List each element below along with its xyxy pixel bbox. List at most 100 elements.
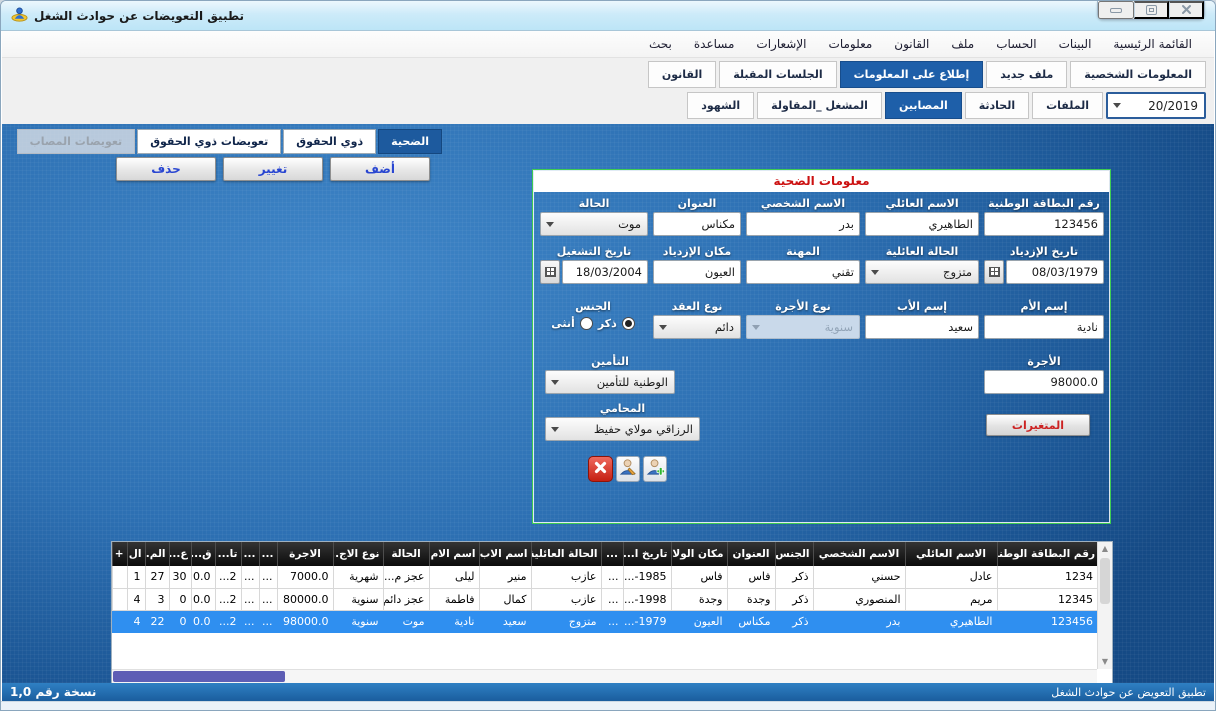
- grid-column-header[interactable]: اسم الاب: [479, 542, 531, 566]
- birth-place-field[interactable]: [653, 260, 741, 284]
- father-name-field[interactable]: [865, 315, 979, 339]
- grid-column-header[interactable]: ال...: [127, 542, 145, 566]
- grid-cell[interactable]: 7000.0: [277, 566, 333, 588]
- table-row[interactable]: 12345مريمالمنصوريذكروجدةوجدة1998-......ع…: [112, 588, 1097, 610]
- contract-type-select[interactable]: دائم: [653, 315, 741, 339]
- first-name-field[interactable]: [746, 212, 860, 236]
- grid-column-header[interactable]: الاجرة: [277, 542, 333, 566]
- vertical-scroll-thumb[interactable]: [1100, 558, 1110, 604]
- grid-cell[interactable]: ذكر: [775, 566, 813, 588]
- menu-item-search[interactable]: بحث: [639, 33, 682, 55]
- grid-cell[interactable]: شهرية: [333, 566, 383, 588]
- scroll-down-icon[interactable]: ▼: [1098, 655, 1112, 669]
- horizontal-scroll-thumb[interactable]: [113, 671, 285, 682]
- grid-cell[interactable]: ...: [259, 566, 277, 588]
- tab-witnesses[interactable]: الشهود: [687, 92, 754, 119]
- grid-column-header[interactable]: تا...: [215, 542, 241, 566]
- grid-cell[interactable]: ...: [241, 566, 259, 588]
- grid-cell[interactable]: فاس: [727, 566, 775, 588]
- grid-column-header[interactable]: رقم البطاقة الوطنية: [997, 542, 1097, 566]
- close-button[interactable]: [1169, 1, 1204, 19]
- grid-column-header[interactable]: ...: [259, 542, 277, 566]
- grid-cell[interactable]: فاطمة: [429, 588, 479, 610]
- gender-male-radio[interactable]: [622, 317, 635, 330]
- grid-cell[interactable]: الطاهيري: [905, 610, 997, 632]
- table-row[interactable]: 1234عادلحسنيذكرفاسفاس1985-......عازبمنير…: [112, 566, 1097, 588]
- grid-column-header[interactable]: ق...: [191, 542, 215, 566]
- menu-item-notifications[interactable]: الإشعارات: [746, 33, 816, 55]
- table-row-selected[interactable]: 123456الطاهيريبدرذكرمكناسالعيون1979-....…: [112, 610, 1097, 632]
- grid-cell[interactable]: 1979-...: [623, 610, 671, 632]
- grid-column-header[interactable]: الاسم العائلي: [905, 542, 997, 566]
- grid-cell[interactable]: 27: [145, 566, 169, 588]
- grid-cell[interactable]: سنوية: [333, 588, 383, 610]
- grid-cell[interactable]: 22: [145, 610, 169, 632]
- grid-column-header[interactable]: +: [112, 542, 127, 566]
- insurance-select[interactable]: الوطنية للتأمين: [545, 370, 675, 394]
- tab-employer-contractor[interactable]: المشغل _المقاولة: [757, 92, 882, 119]
- file-number-select[interactable]: 20/2019: [1106, 92, 1206, 119]
- grid-cell[interactable]: منير: [479, 566, 531, 588]
- tab-view-information[interactable]: إطلاع على المعلومات: [840, 61, 984, 88]
- grid-column-header[interactable]: ...: [601, 542, 623, 566]
- grid-cell[interactable]: بدر: [813, 610, 905, 632]
- tab-upcoming-sessions[interactable]: الجلسات المقبلة: [719, 61, 836, 88]
- grid-column-header[interactable]: الاسم الشخصي: [813, 542, 905, 566]
- grid-column-header[interactable]: ع...: [169, 542, 191, 566]
- menu-item-data[interactable]: البينات: [1049, 33, 1102, 55]
- grid-cell[interactable]: ذكر: [775, 588, 813, 610]
- grid-cell[interactable]: 0: [169, 588, 191, 610]
- grid-column-header[interactable]: ...: [241, 542, 259, 566]
- grid-cell[interactable]: 1985-...: [623, 566, 671, 588]
- grid-cell[interactable]: مكناس: [727, 610, 775, 632]
- grid-cell[interactable]: ليلى: [429, 566, 479, 588]
- grid-cell[interactable]: موت: [383, 610, 429, 632]
- wage-field[interactable]: [984, 370, 1104, 394]
- grid-cell[interactable]: كمال: [479, 588, 531, 610]
- maximize-button[interactable]: [1134, 1, 1169, 19]
- grid-cell[interactable]: 80000.0: [277, 588, 333, 610]
- scroll-up-icon[interactable]: ▲: [1098, 542, 1112, 556]
- mother-name-field[interactable]: [984, 315, 1104, 339]
- add-person-button[interactable]: [643, 456, 667, 482]
- grid-cell[interactable]: 3: [145, 588, 169, 610]
- grid-cell[interactable]: 2...: [215, 566, 241, 588]
- grid-column-header[interactable]: العنوان: [727, 542, 775, 566]
- tab-personal-info[interactable]: المعلومات الشخصية: [1070, 61, 1206, 88]
- menu-item-law[interactable]: القانون: [884, 33, 939, 55]
- grid-cell[interactable]: عادل: [905, 566, 997, 588]
- grid-cell[interactable]: 4: [127, 610, 145, 632]
- grid-column-header[interactable]: اسم الام: [429, 542, 479, 566]
- grid-cell[interactable]: 1998-...: [623, 588, 671, 610]
- menu-item-file[interactable]: ملف: [941, 33, 984, 55]
- grid-cell[interactable]: [112, 566, 127, 588]
- delete-button[interactable]: حذف: [116, 157, 216, 181]
- menu-item-account[interactable]: الحساب: [986, 33, 1046, 55]
- tab-rights-holders-compensations[interactable]: تعويضات ذوي الحقوق: [137, 129, 281, 154]
- grid-cell[interactable]: [112, 588, 127, 610]
- birth-date-field[interactable]: [1006, 260, 1104, 284]
- grid-cell[interactable]: [112, 610, 127, 632]
- grid-column-header[interactable]: الحالة: [383, 542, 429, 566]
- hire-date-field[interactable]: [562, 260, 648, 284]
- grid-cell[interactable]: متزوج: [531, 610, 601, 632]
- grid-vertical-scrollbar[interactable]: ▲ ▼: [1097, 542, 1112, 669]
- tab-accident[interactable]: الحادثة: [965, 92, 1029, 119]
- national-id-field[interactable]: [984, 212, 1104, 236]
- grid-cell[interactable]: 98000.0: [277, 610, 333, 632]
- grid-cell[interactable]: 1234: [997, 566, 1097, 588]
- tab-injured[interactable]: المصابين: [885, 92, 962, 119]
- status-select[interactable]: موت: [540, 212, 648, 236]
- grid-cell[interactable]: عازب: [531, 566, 601, 588]
- grid-cell[interactable]: فاس: [671, 566, 727, 588]
- tab-new-file[interactable]: ملف جديد: [986, 61, 1067, 88]
- grid-cell[interactable]: عازب: [531, 588, 601, 610]
- grid-cell[interactable]: عجز دائم: [383, 588, 429, 610]
- menu-item-main[interactable]: القائمة الرئيسية: [1103, 33, 1202, 55]
- grid-cell[interactable]: 0.0: [191, 588, 215, 610]
- grid-cell[interactable]: وجدة: [727, 588, 775, 610]
- menu-item-info[interactable]: معلومات: [819, 33, 883, 55]
- grid-cell[interactable]: مريم: [905, 588, 997, 610]
- grid-cell[interactable]: 123456: [997, 610, 1097, 632]
- delete-record-button[interactable]: [588, 456, 613, 482]
